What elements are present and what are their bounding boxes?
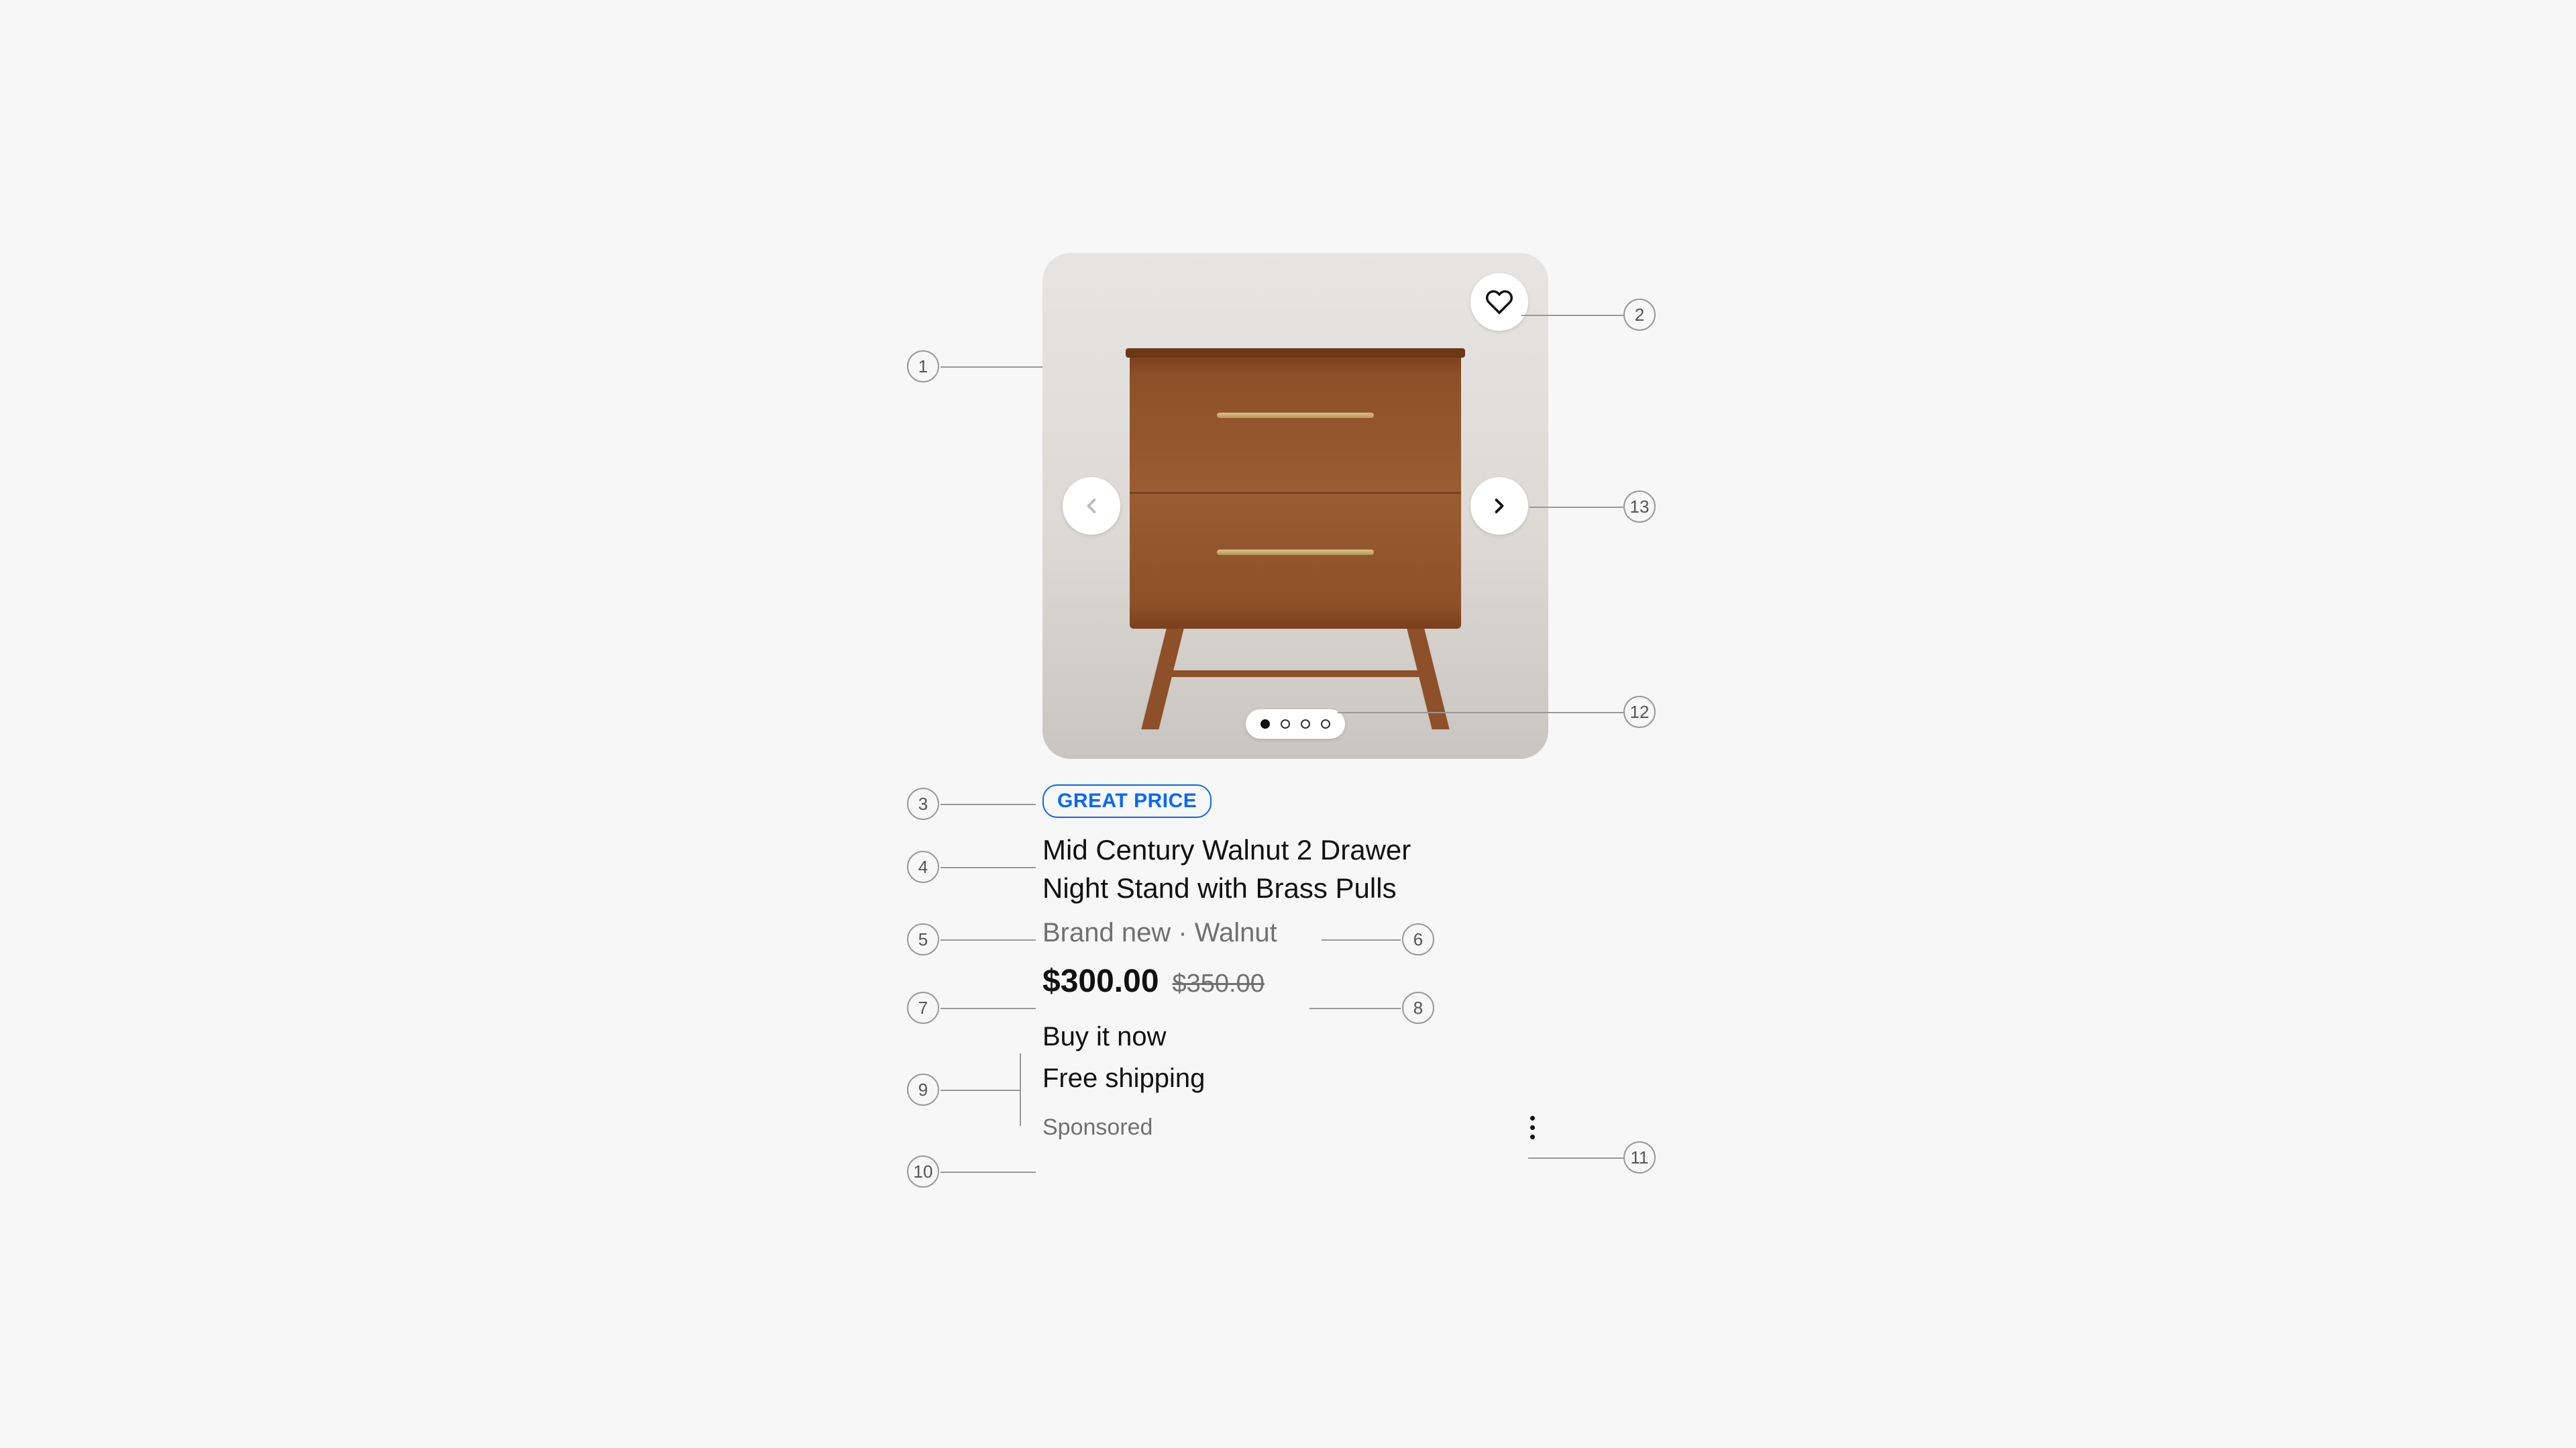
product-meta: GREAT PRICE Mid Century Walnut 2 Drawer … [1042, 759, 1548, 1143]
annotation-leader [1528, 1157, 1623, 1159]
annotation-marker: 12 [1623, 696, 1656, 728]
product-illustration [1130, 355, 1461, 731]
pagination-dot[interactable] [1281, 719, 1290, 729]
annotation-leader [941, 939, 1036, 941]
product-title[interactable]: Mid Century Walnut 2 Drawer Night Stand … [1042, 831, 1548, 907]
chevron-left-icon [1079, 494, 1104, 518]
carousel-next-button[interactable] [1470, 477, 1528, 535]
carousel-pagination[interactable] [1246, 709, 1345, 739]
annotation-leader [941, 867, 1036, 868]
annotation-marker: 4 [907, 851, 939, 883]
annotation-leader [1309, 1008, 1401, 1009]
pagination-dot-active[interactable] [1260, 719, 1270, 729]
annotation-leader [941, 1090, 1020, 1091]
original-price: $350.00 [1173, 970, 1265, 998]
annotation-leader [941, 804, 1036, 805]
buy-format-label: Buy it now [1042, 1016, 1548, 1057]
product-image[interactable] [1042, 253, 1548, 759]
pagination-dot[interactable] [1321, 719, 1330, 729]
annotation-marker: 8 [1402, 992, 1434, 1024]
annotation-marker: 7 [907, 992, 939, 1024]
annotation-leader [941, 366, 1042, 368]
annotation-marker: 10 [907, 1155, 939, 1188]
annotation-leader [941, 1172, 1036, 1173]
product-card: GREAT PRICE Mid Century Walnut 2 Drawer … [1042, 253, 1548, 1143]
shipping-label: Free shipping [1042, 1057, 1548, 1099]
more-vertical-icon [1530, 1116, 1535, 1139]
condition-label: Brand new [1042, 918, 1171, 947]
annotation-leader [1322, 939, 1401, 941]
pagination-dot[interactable] [1301, 719, 1310, 729]
chevron-right-icon [1487, 494, 1511, 518]
annotation-marker: 1 [907, 350, 939, 382]
separator: · [1171, 918, 1195, 947]
annotation-marker: 9 [907, 1074, 939, 1106]
annotation-marker: 2 [1623, 299, 1656, 331]
more-options-button[interactable] [1516, 1111, 1548, 1143]
annotation-marker: 3 [907, 788, 939, 820]
annotation-marker: 5 [907, 923, 939, 955]
annotation-leader [1020, 1053, 1021, 1126]
variant-label: Walnut [1195, 918, 1277, 947]
favorite-button[interactable] [1470, 273, 1528, 331]
annotation-leader [1521, 315, 1623, 316]
sponsored-label: Sponsored [1042, 1115, 1152, 1141]
annotation-marker: 11 [1623, 1141, 1656, 1174]
annotation-leader [1529, 507, 1623, 508]
title-line: Night Stand with Brass Pulls [1042, 872, 1397, 904]
heart-icon [1485, 288, 1513, 316]
annotation-leader [941, 1008, 1036, 1009]
price-badge: GREAT PRICE [1042, 784, 1212, 818]
title-line: Mid Century Walnut 2 Drawer [1042, 834, 1411, 866]
annotation-marker: 6 [1402, 923, 1434, 955]
annotation-leader [1338, 712, 1623, 713]
carousel-prev-button[interactable] [1063, 477, 1120, 535]
product-subtitle: Brand new · Walnut [1042, 918, 1548, 948]
annotation-marker: 13 [1623, 490, 1656, 523]
product-price: $300.00 [1042, 963, 1159, 1000]
